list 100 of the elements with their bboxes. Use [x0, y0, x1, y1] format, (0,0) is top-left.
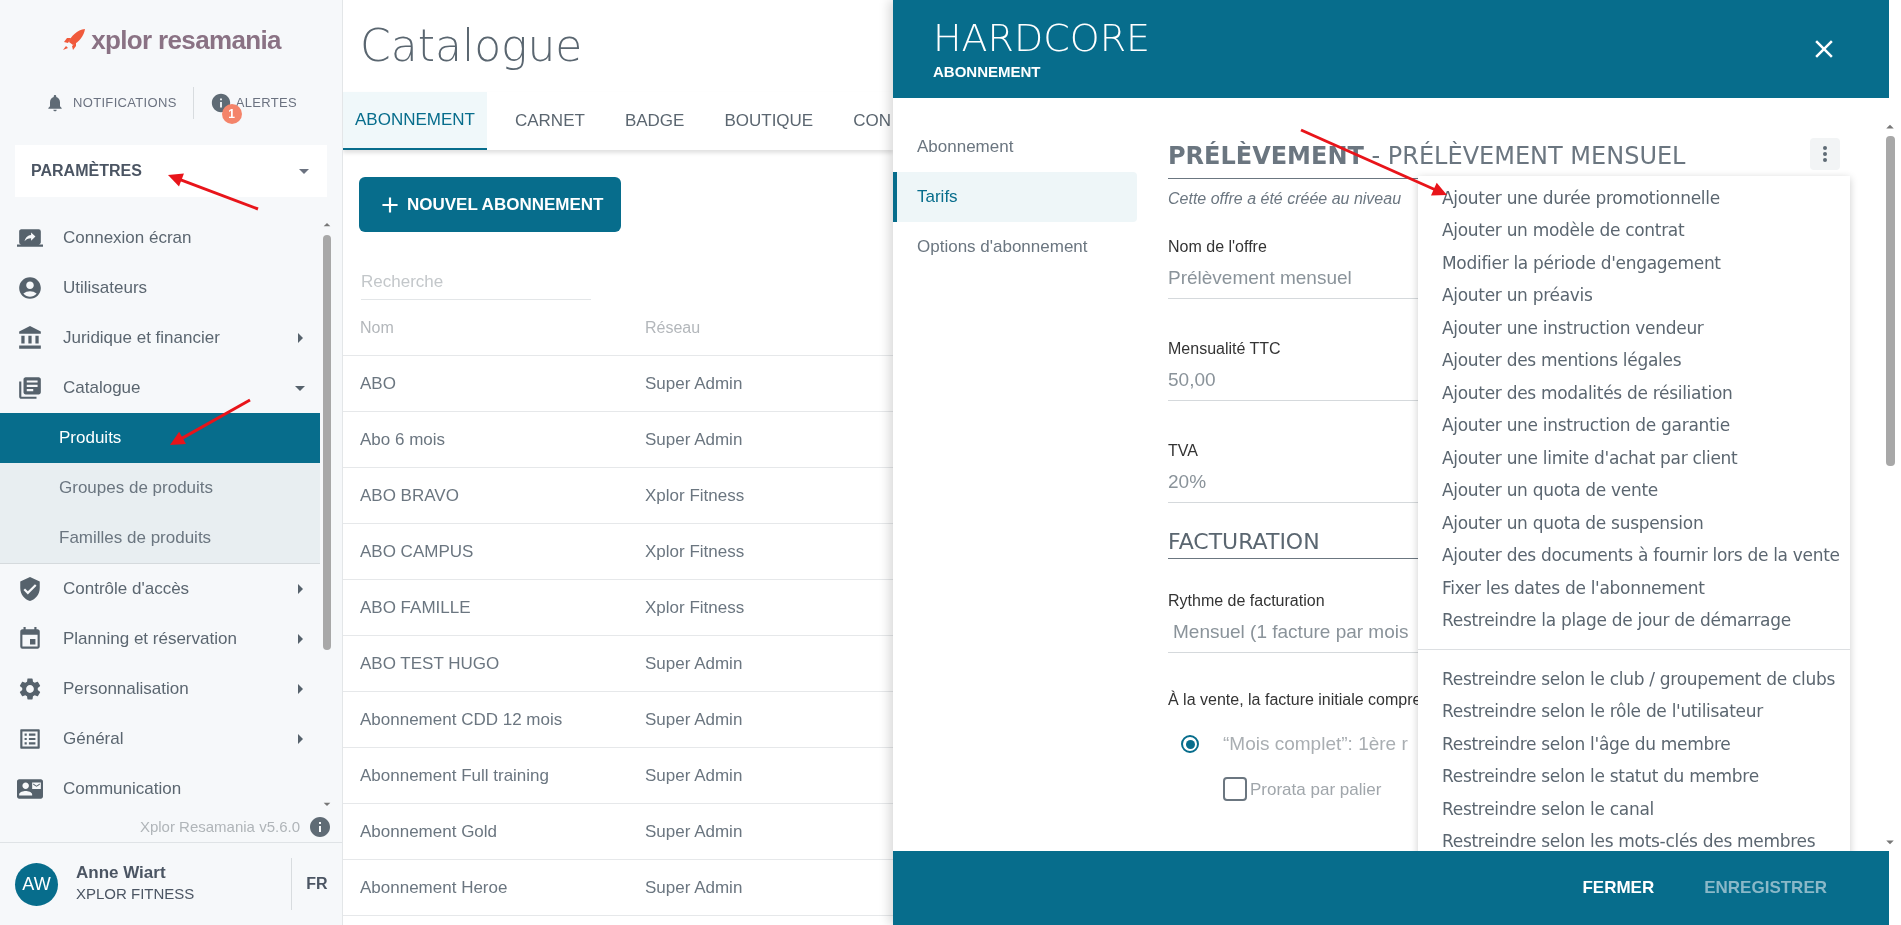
search-field[interactable]: Recherche	[361, 265, 591, 300]
table-cell-text: Abonnement Heroe	[359, 876, 509, 899]
table-row[interactable]: ABO FAMILLE Xplor Fitness	[343, 580, 893, 636]
menu-item[interactable]: Fixer les dates de l'abonnement	[1418, 572, 1850, 605]
info-icon[interactable]	[308, 815, 332, 839]
menu-item[interactable]: Ajouter une durée promotionnelle	[1418, 182, 1850, 215]
user-organization: XPLOR FITNESS	[76, 883, 196, 904]
nav-subitem[interactable]: Groupes de produits	[0, 463, 320, 513]
nav-item[interactable]: Planning et réservation	[0, 614, 320, 664]
tab[interactable]: BOUTIQUE	[712, 92, 826, 150]
table-cell-text: Super Admin	[645, 652, 743, 675]
more-options-button[interactable]	[1810, 138, 1840, 170]
version-text: Xplor Resamania v5.6.0	[139, 816, 300, 837]
language-button[interactable]: FR	[292, 872, 342, 896]
menu-item[interactable]: Restreindre selon le rôle de l'utilisateur	[1418, 695, 1850, 728]
list-icon	[17, 726, 43, 752]
table-cell-text: Abonnement Gold	[359, 820, 499, 843]
panel-nav-item[interactable]: Tarifs	[893, 172, 1137, 222]
menu-item[interactable]: Ajouter un modèle de contrat	[1418, 214, 1850, 247]
radio-button[interactable]	[1181, 735, 1199, 754]
menu-item[interactable]: Restreindre selon le club / groupement de clubs	[1418, 663, 1850, 696]
section-heading: FACTURATION	[1168, 529, 1320, 554]
table-cell-text: ABO TEST HUGO	[359, 652, 501, 675]
table-cell-text: Super Admin	[645, 428, 743, 451]
tab[interactable]: BADGE	[612, 92, 697, 150]
caret-right-icon	[298, 734, 303, 744]
nav-item[interactable]: Connexion écran	[0, 213, 320, 263]
nav-item[interactable]: Catalogue	[0, 363, 320, 413]
table-cell-text: Xplor Fitness	[645, 596, 745, 619]
brand-logo: xplor resamania	[91, 23, 281, 57]
close-button[interactable]: FERMER	[1582, 875, 1655, 901]
section-dropdown[interactable]: PARAMÈTRES	[15, 145, 327, 197]
nav-item[interactable]: Juridique et financier	[0, 313, 320, 363]
bank-icon	[17, 325, 43, 351]
scrollbar-thumb[interactable]	[1886, 136, 1895, 466]
caret-right-icon	[298, 634, 303, 644]
info-note: Cette offre a été créée au niveau	[1168, 189, 1402, 209]
nav-item[interactable]: Personnalisation	[0, 664, 320, 714]
menu-item[interactable]: Restreindre selon le statut du membre	[1418, 760, 1850, 793]
field-label: Nom de l'offre	[1168, 237, 1268, 257]
caret-right-icon	[298, 584, 303, 594]
notifications-button[interactable]: NOTIFICATIONS	[29, 92, 193, 113]
contact-card-icon	[17, 776, 43, 802]
books-icon	[17, 375, 43, 401]
nav-item[interactable]: Utilisateurs	[0, 263, 320, 313]
menu-item[interactable]: Restreindre selon les mots-clés des membres	[1418, 825, 1850, 851]
caret-down-icon	[295, 385, 305, 391]
menu-item[interactable]: Ajouter une instruction de garantie	[1418, 409, 1850, 442]
nav-subitem[interactable]: Produits	[0, 413, 320, 463]
table-row[interactable]: ABO BRAVO Xplor Fitness	[343, 468, 893, 524]
table-row[interactable]: Abonnement CDD 12 mois Super Admin	[343, 692, 893, 748]
gear-icon	[17, 676, 43, 702]
nav-item[interactable]: Communication	[0, 764, 320, 812]
scrollbar-thumb[interactable]	[323, 235, 331, 650]
table-row[interactable]: Abonnement Heroe Super Admin	[343, 860, 893, 916]
table-cell-text: Abo 6 mois	[359, 428, 447, 451]
table-cell-text: Super Admin	[645, 708, 743, 731]
table-row[interactable]: Abonnement Gold Super Admin	[343, 804, 893, 860]
checkbox-label: Prorata par palier	[1250, 778, 1382, 801]
user-avatar[interactable]: AW	[15, 862, 58, 906]
bell-icon	[45, 92, 65, 113]
nav-subitem[interactable]: Familles de produits	[0, 513, 320, 563]
table-cell-text: ABO BRAVO	[359, 484, 460, 507]
caret-right-icon	[298, 333, 303, 343]
tab[interactable]: CARNET	[502, 92, 597, 150]
new-subscription-button[interactable]: NOUVEL ABONNEMENT	[359, 177, 622, 232]
menu-item[interactable]: Restreindre selon le canal	[1418, 793, 1850, 826]
section-heading: PRÉLÈVEMENT - PRÉLÈVEMENT MENSUEL	[1168, 142, 1686, 170]
table-cell-text: Super Admin	[645, 820, 743, 843]
table-cell-text: ABO	[359, 372, 397, 395]
field-label: Mensualité TTC	[1168, 339, 1282, 359]
panel-nav-item[interactable]: Options d'abonnement	[893, 222, 1137, 272]
nav-item[interactable]: Contrôle d'accès	[0, 564, 320, 614]
menu-item[interactable]: Ajouter un quota de suspension	[1418, 507, 1850, 540]
table-cell-text: Abonnement Full training	[359, 764, 550, 787]
table-cell-text: Super Admin	[645, 764, 743, 787]
table-row[interactable]: ABO CAMPUS Xplor Fitness	[343, 524, 893, 580]
table-cell-text: ABO FAMILLE	[359, 596, 472, 619]
table-row[interactable]: Abo 6 mois Super Admin	[343, 412, 893, 468]
table-cell-text: Super Admin	[645, 372, 743, 395]
nav-item[interactable]: Général	[0, 714, 320, 764]
menu-item[interactable]: Ajouter des documents à fournir lors de la vente	[1418, 539, 1850, 572]
page-title: Catalogue	[360, 19, 583, 73]
tab[interactable]: CON	[841, 92, 893, 150]
panel-nav-item[interactable]: Abonnement	[893, 122, 1137, 172]
table-row[interactable]: Abonnement Full training Super Admin	[343, 748, 893, 804]
field-label: TVA	[1168, 441, 1199, 461]
menu-item[interactable]: Ajouter une instruction vendeur	[1418, 312, 1850, 345]
table-cell-text: Xplor Fitness	[645, 540, 745, 563]
panel-subtitle: ABONNEMENT	[933, 61, 1042, 82]
table-cell-text: ABO CAMPUS	[359, 540, 475, 563]
tab[interactable]: ABONNEMENT	[343, 92, 487, 150]
table-row[interactable]: ABO TEST HUGO Super Admin	[343, 636, 893, 692]
user-name: Anne Wiart	[76, 862, 167, 883]
menu-item[interactable]: Restreindre selon l'âge du membre	[1418, 728, 1850, 761]
table-row[interactable]: ABO Super Admin	[343, 356, 893, 412]
calendar-icon	[17, 626, 43, 652]
radio-label: “Mois complet”: 1ère r	[1223, 732, 1408, 756]
column-header: Nom	[359, 317, 395, 338]
checkbox[interactable]	[1223, 777, 1247, 802]
